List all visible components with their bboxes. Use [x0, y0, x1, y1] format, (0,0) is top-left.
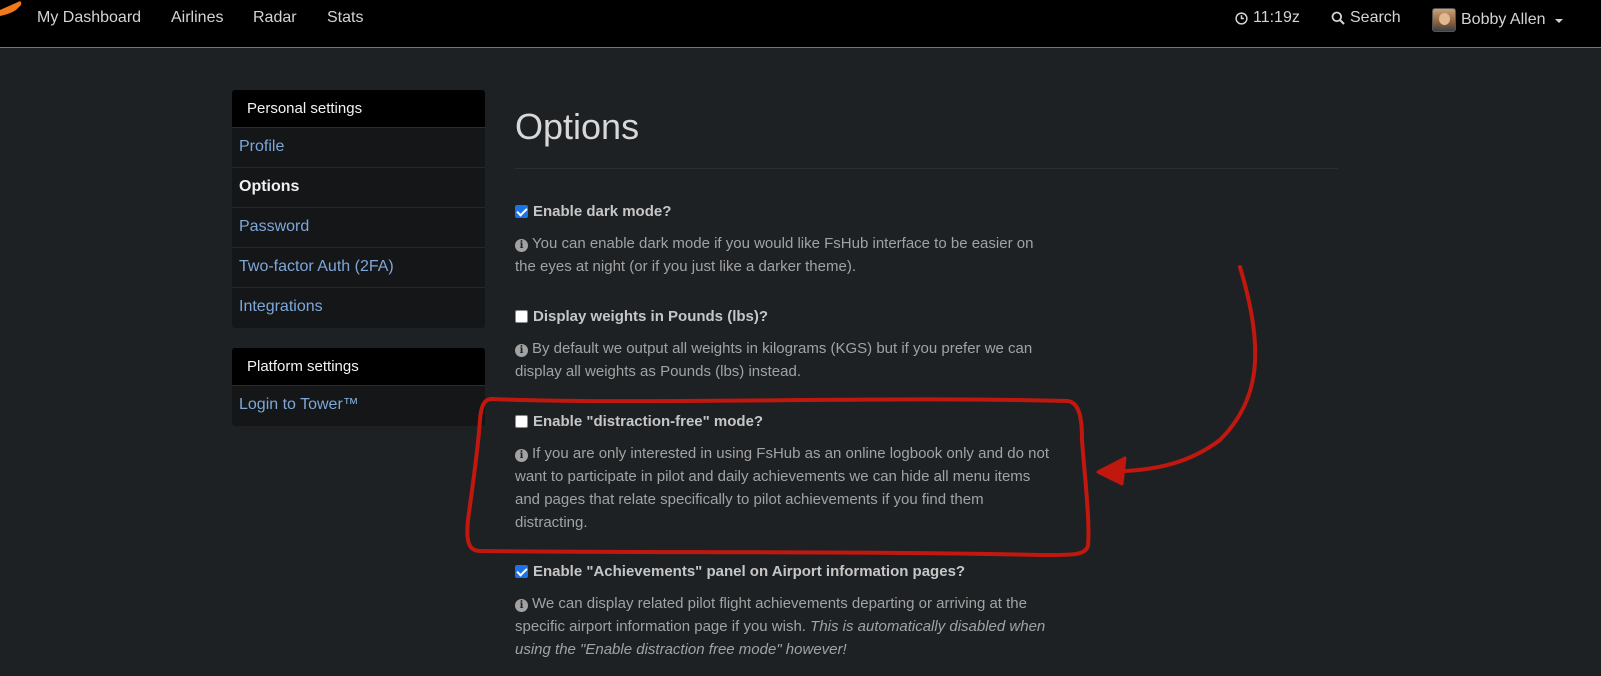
option-dark-mode: Enable dark mode? i You can enable dark m…	[515, 203, 1055, 278]
dark-mode-help: i You can enable dark mode if you would l…	[515, 232, 1055, 278]
utc-clock[interactable]: 11:19z	[1235, 9, 1300, 27]
achievements-panel-help: i We can display related pilot flight ach…	[515, 592, 1055, 661]
search-label: Search	[1350, 9, 1401, 26]
distraction-free-help-text: If you are only interested in using FsHu…	[515, 445, 1050, 531]
platform-settings-panel: Platform settings Login to Tower™	[232, 348, 485, 426]
weights-pounds-help-text: By default we output all weights in kilo…	[515, 340, 1033, 380]
user-menu[interactable]: Bobby Allen	[1432, 8, 1563, 32]
achievements-checkbox-label[interactable]: Enable "Achievements" panel on Airport i…	[515, 563, 1055, 580]
info-icon: i	[515, 449, 528, 462]
distraction-free-checkbox[interactable]	[515, 415, 528, 428]
chevron-down-icon	[1554, 19, 1563, 23]
dark-mode-checkbox[interactable]	[515, 205, 528, 218]
sidebar-item-two-factor-auth[interactable]: Two-factor Auth (2FA)	[232, 248, 485, 288]
top-navbar: My Dashboard Airlines Radar Stats 11:19z…	[0, 0, 1601, 48]
title-divider	[515, 168, 1338, 169]
option-weights-pounds: Display weights in Pounds (lbs)? i By def…	[515, 308, 1055, 383]
weights-pounds-help: i By default we output all weights in kil…	[515, 337, 1055, 383]
info-icon: i	[515, 239, 528, 252]
weights-pounds-checkbox[interactable]	[515, 310, 528, 323]
dark-mode-checkbox-label[interactable]: Enable dark mode?	[515, 203, 1055, 220]
info-icon: i	[515, 599, 528, 612]
nav-airlines[interactable]: Airlines	[171, 9, 223, 27]
distraction-free-label: Enable "distraction-free" mode?	[533, 413, 764, 430]
nav-radar[interactable]: Radar	[253, 9, 297, 27]
clock-icon	[1235, 11, 1248, 25]
arrow-line	[1108, 265, 1258, 474]
search-link[interactable]: Search	[1331, 9, 1401, 27]
platform-settings-heading: Platform settings	[232, 348, 485, 386]
search-icon	[1331, 11, 1345, 25]
brand-logo-icon[interactable]	[0, 0, 22, 18]
page-title: Options	[515, 106, 640, 147]
personal-settings-heading: Personal settings	[232, 90, 485, 128]
avatar	[1432, 8, 1456, 32]
distraction-free-checkbox-label[interactable]: Enable "distraction-free" mode?	[515, 413, 1055, 430]
nav-my-dashboard[interactable]: My Dashboard	[37, 9, 141, 27]
weights-checkbox-label[interactable]: Display weights in Pounds (lbs)?	[515, 308, 1055, 325]
option-distraction-free: Enable "distraction-free" mode? i If you …	[515, 413, 1055, 534]
arrow-head	[1096, 456, 1127, 486]
weights-pounds-label: Display weights in Pounds (lbs)?	[533, 308, 769, 325]
sidebar-item-options[interactable]: Options	[232, 168, 485, 208]
nav-stats[interactable]: Stats	[327, 9, 363, 27]
sidebar-item-password[interactable]: Password	[232, 208, 485, 248]
sidebar-item-login-to-tower[interactable]: Login to Tower™	[232, 386, 485, 426]
sidebar-item-profile[interactable]: Profile	[232, 128, 485, 168]
distraction-free-help: i If you are only interested in using FsH…	[515, 442, 1055, 534]
sidebar-item-integrations[interactable]: Integrations	[232, 288, 485, 328]
personal-settings-panel: Personal settings Profile Options Passwo…	[232, 90, 485, 328]
achievements-panel-label: Enable "Achievements" panel on Airport i…	[533, 563, 966, 580]
user-name: Bobby Allen	[1461, 11, 1546, 28]
clock-text: 11:19z	[1253, 9, 1300, 26]
dark-mode-label: Enable dark mode?	[533, 203, 672, 220]
info-icon: i	[515, 344, 528, 357]
dark-mode-help-text: You can enable dark mode if you would li…	[515, 235, 1034, 275]
option-achievements-panel: Enable "Achievements" panel on Airport i…	[515, 563, 1055, 661]
achievements-panel-checkbox[interactable]	[515, 565, 528, 578]
